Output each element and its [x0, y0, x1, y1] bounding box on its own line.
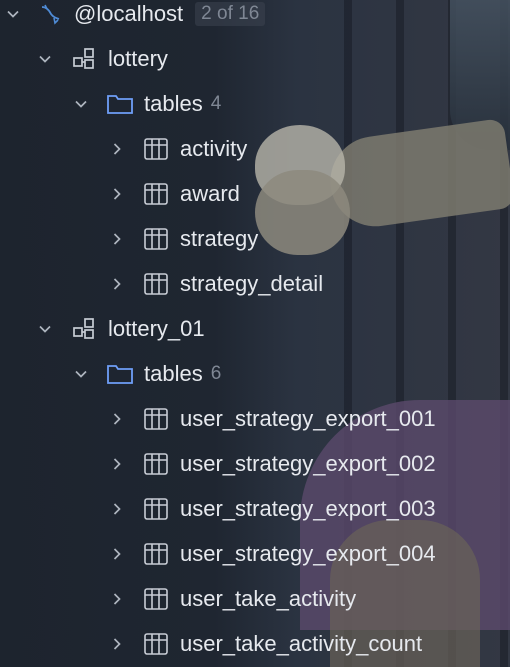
- tree-node-tables-folder[interactable]: tables 4: [72, 86, 221, 122]
- chevron-right-icon[interactable]: [108, 590, 126, 608]
- table-icon: [142, 225, 170, 253]
- table-label: user_take_activity: [180, 586, 357, 611]
- table-count: 6: [210, 363, 222, 384]
- tree-node-connection[interactable]: @localhost 2 of 16: [0, 0, 266, 32]
- mysql-dolphin-icon: [36, 0, 64, 28]
- wallpaper-hair: [450, 0, 510, 150]
- schema-icon: [70, 45, 98, 73]
- schema-label: lottery: [108, 46, 168, 71]
- tree-node-tables-folder[interactable]: tables 6: [72, 356, 221, 392]
- table-label: user_strategy_export_004: [180, 541, 436, 566]
- table-count: 4: [210, 93, 222, 114]
- tree-node-table[interactable]: user_strategy_export_003: [108, 491, 436, 527]
- table-label: strategy: [180, 226, 259, 251]
- folder-label: tables: [144, 361, 203, 386]
- chevron-right-icon[interactable]: [108, 140, 126, 158]
- tree-node-table[interactable]: user_take_activity: [108, 581, 356, 617]
- table-label: award: [180, 181, 240, 206]
- table-icon: [142, 180, 170, 208]
- tree-node-schema-lottery[interactable]: lottery: [36, 41, 168, 77]
- table-label: strategy_detail: [180, 271, 324, 296]
- database-explorer-panel: @localhost 2 of 16 lottery tables 4 acti…: [0, 0, 510, 667]
- folder-icon: [106, 90, 134, 118]
- tree-node-schema-lottery-01[interactable]: lottery_01: [36, 311, 205, 347]
- table-icon: [142, 540, 170, 568]
- table-label: user_strategy_export_003: [180, 496, 436, 521]
- chevron-right-icon[interactable]: [108, 275, 126, 293]
- chevron-down-icon[interactable]: [36, 50, 54, 68]
- folder-icon: [106, 360, 134, 388]
- folder-label: tables: [144, 91, 203, 116]
- chevron-down-icon[interactable]: [72, 95, 90, 113]
- wallpaper-egg: [255, 125, 345, 205]
- chevron-right-icon[interactable]: [108, 635, 126, 653]
- table-icon: [142, 585, 170, 613]
- table-label: user_strategy_export_001: [180, 406, 436, 431]
- tree-node-table[interactable]: activity: [108, 131, 247, 167]
- schema-count-badge: 2 of 16: [195, 2, 266, 26]
- tree-node-table[interactable]: user_strategy_export_004: [108, 536, 436, 572]
- chevron-down-icon[interactable]: [72, 365, 90, 383]
- chevron-right-icon[interactable]: [108, 455, 126, 473]
- chevron-right-icon[interactable]: [108, 410, 126, 428]
- table-label: user_take_activity_count: [180, 631, 423, 656]
- connection-label: @localhost: [74, 1, 184, 26]
- table-label: user_strategy_export_002: [180, 451, 436, 476]
- tree-node-table[interactable]: award: [108, 176, 240, 212]
- chevron-right-icon[interactable]: [108, 185, 126, 203]
- chevron-right-icon[interactable]: [108, 230, 126, 248]
- chevron-down-icon[interactable]: [4, 5, 22, 23]
- table-icon: [142, 630, 170, 658]
- wallpaper-hand: [255, 170, 350, 255]
- schema-icon: [70, 315, 98, 343]
- tree-node-table[interactable]: user_strategy_export_001: [108, 401, 436, 437]
- table-icon: [142, 405, 170, 433]
- table-icon: [142, 495, 170, 523]
- tree-node-table[interactable]: user_take_activity_count: [108, 626, 422, 662]
- table-icon: [142, 450, 170, 478]
- wallpaper-arm: [324, 117, 510, 233]
- table-label: activity: [180, 136, 248, 161]
- table-icon: [142, 270, 170, 298]
- tree-node-table[interactable]: user_strategy_export_002: [108, 446, 436, 482]
- tree-node-table[interactable]: strategy_detail: [108, 266, 323, 302]
- chevron-right-icon[interactable]: [108, 500, 126, 518]
- chevron-down-icon[interactable]: [36, 320, 54, 338]
- schema-label: lottery_01: [108, 316, 205, 341]
- table-icon: [142, 135, 170, 163]
- chevron-right-icon[interactable]: [108, 545, 126, 563]
- tree-node-table[interactable]: strategy: [108, 221, 258, 257]
